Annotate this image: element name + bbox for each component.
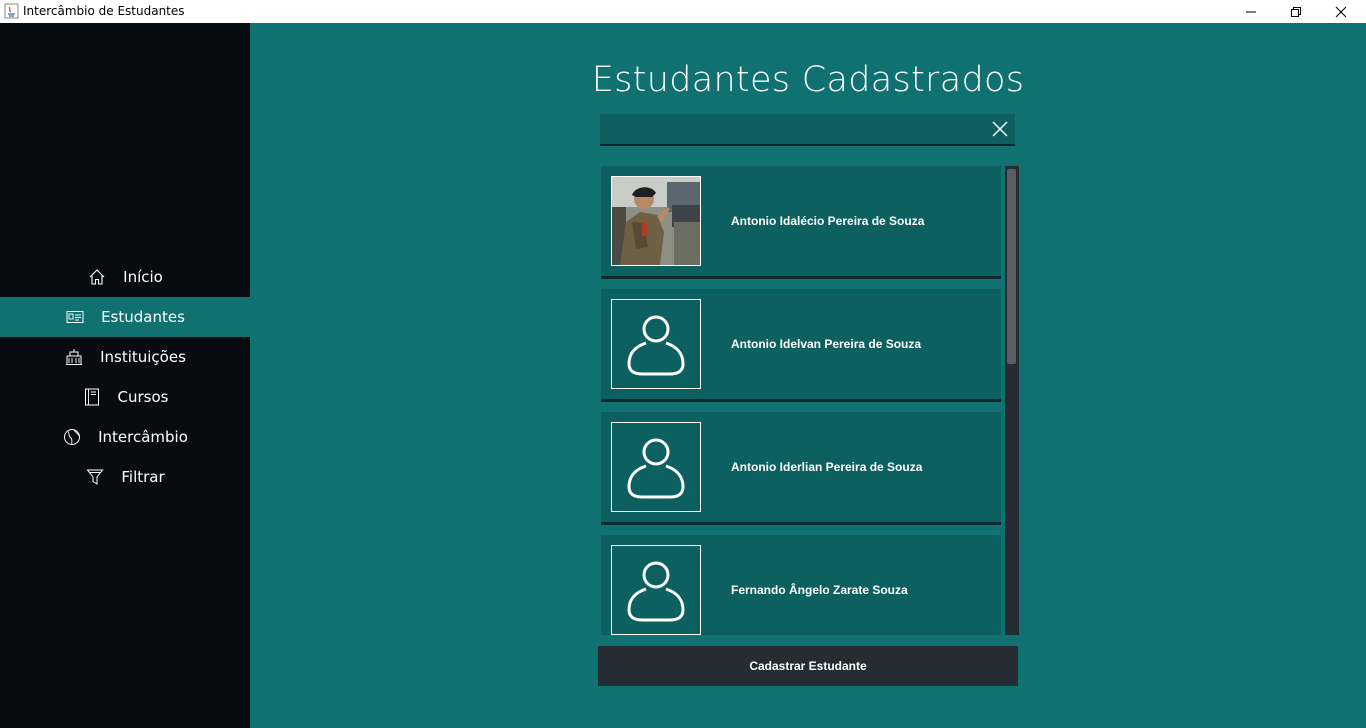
student-list[interactable]: Antonio Idalécio Pereira de Souza Antoni… bbox=[600, 166, 1019, 635]
student-card[interactable]: Antonio Idelvan Pereira de Souza bbox=[601, 289, 1001, 402]
sidebar-item-estudantes[interactable]: Estudantes bbox=[0, 297, 250, 337]
sidebar-item-label: Início bbox=[123, 268, 163, 286]
restore-icon bbox=[1291, 6, 1301, 17]
clear-search-icon[interactable] bbox=[991, 120, 1009, 138]
sidebar-item-inicio[interactable]: Início bbox=[0, 257, 250, 297]
close-icon bbox=[1335, 6, 1347, 17]
student-card[interactable]: Fernando Ângelo Zarate Souza bbox=[601, 535, 1001, 635]
home-icon bbox=[87, 267, 107, 287]
user-avatar-icon bbox=[627, 315, 685, 376]
add-student-button[interactable]: Cadastrar Estudante bbox=[598, 646, 1018, 686]
restore-button[interactable] bbox=[1273, 0, 1319, 23]
scrollbar-thumb[interactable] bbox=[1007, 169, 1016, 364]
sidebar-item-label: Filtrar bbox=[121, 468, 165, 486]
student-name: Antonio Idalécio Pereira de Souza bbox=[731, 214, 925, 228]
building-icon bbox=[64, 347, 84, 367]
user-avatar-icon bbox=[627, 561, 685, 622]
student-card[interactable]: Antonio Idalécio Pereira de Souza bbox=[601, 166, 1001, 279]
sidebar-nav: Início Estudantes Instituições Cursos In… bbox=[0, 257, 250, 497]
sidebar-item-label: Instituições bbox=[100, 348, 186, 366]
student-card[interactable]: Antonio Iderlian Pereira de Souza bbox=[601, 412, 1001, 525]
student-name: Fernando Ângelo Zarate Souza bbox=[731, 583, 908, 597]
sidebar-item-label: Cursos bbox=[117, 388, 169, 406]
student-photo bbox=[611, 545, 701, 635]
user-avatar-icon bbox=[627, 438, 685, 499]
student-photo bbox=[611, 422, 701, 512]
page-title: Estudantes Cadastrados bbox=[591, 60, 1025, 100]
sidebar-item-filtrar[interactable]: Filtrar bbox=[0, 457, 250, 497]
sidebar-item-cursos[interactable]: Cursos bbox=[0, 377, 250, 417]
search-bar bbox=[600, 114, 1015, 146]
globe-icon bbox=[62, 427, 82, 447]
sidebar-item-label: Intercâmbio bbox=[98, 428, 188, 446]
java-app-icon bbox=[4, 3, 19, 19]
search-input[interactable] bbox=[600, 114, 980, 144]
sidebar-item-instituicoes[interactable]: Instituições bbox=[0, 337, 250, 377]
student-name: Antonio Iderlian Pereira de Souza bbox=[731, 460, 923, 474]
student-name: Antonio Idelvan Pereira de Souza bbox=[731, 337, 922, 351]
window-title: Intercâmbio de Estudantes bbox=[23, 4, 185, 18]
minimize-button[interactable] bbox=[1228, 0, 1274, 23]
sidebar-item-label: Estudantes bbox=[101, 308, 185, 326]
student-photo bbox=[611, 299, 701, 389]
minimize-icon bbox=[1246, 11, 1256, 12]
main-content: Estudantes Cadastrados Antonio Idalécio … bbox=[250, 23, 1366, 728]
close-window-button[interactable] bbox=[1318, 0, 1364, 23]
id-card-icon bbox=[65, 307, 85, 327]
sidebar: Início Estudantes Instituições Cursos In… bbox=[0, 23, 250, 728]
window-titlebar: Intercâmbio de Estudantes bbox=[0, 0, 1366, 23]
student-photo bbox=[611, 176, 701, 266]
filter-icon bbox=[85, 467, 105, 487]
list-scrollbar[interactable] bbox=[1005, 166, 1019, 635]
book-icon bbox=[82, 387, 102, 407]
sidebar-item-intercambio[interactable]: Intercâmbio bbox=[0, 417, 250, 457]
